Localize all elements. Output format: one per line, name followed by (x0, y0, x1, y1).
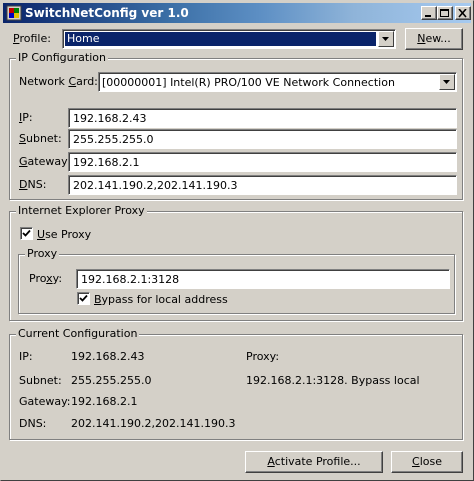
maximize-button[interactable] (437, 6, 453, 20)
checkmark-icon (79, 294, 88, 302)
current-proxy-label: Proxy: (246, 350, 280, 363)
bypass-local-checkbox[interactable] (77, 292, 90, 305)
title-bar[interactable]: SwitchNetConfig ver 1.0 (3, 3, 471, 23)
minimize-icon (425, 15, 431, 17)
app-icon (6, 5, 22, 21)
profile-dropdown-button[interactable] (378, 31, 394, 47)
ip-configuration-title: IP Configuration (16, 51, 108, 64)
use-proxy-label[interactable]: Use Proxy (37, 228, 91, 241)
network-card-label: Network Card: (19, 75, 98, 88)
gateway-label: Gateway: (19, 155, 71, 168)
bypass-local-label[interactable]: Bypass for local address (94, 293, 228, 306)
subnet-input-value: 255.255.255.0 (73, 133, 154, 146)
app-window: SwitchNetConfig ver 1.0 Profile: Home Ne… (0, 0, 474, 481)
window-title: SwitchNetConfig ver 1.0 (25, 6, 189, 20)
ip-input-value: 192.168.2.43 (73, 112, 147, 125)
maximize-icon (440, 9, 449, 17)
ip-label: IP: (19, 111, 33, 124)
close-icon (458, 9, 467, 18)
proxy-subgroup-title: Proxy (25, 247, 60, 260)
close-window-button[interactable] (455, 6, 471, 20)
dns-input[interactable]: 202.141.190.2,202.141.190.3 (68, 175, 457, 195)
network-card-select[interactable]: [00000001] Intel(R) PRO/100 VE Network C… (98, 72, 457, 92)
current-proxy-value: 192.168.2.1:3128. Bypass local (246, 374, 420, 387)
current-subnet-value: 255.255.255.0 (71, 374, 152, 387)
gateway-input-value: 192.168.2.1 (73, 156, 140, 169)
current-gateway-value: 192.168.2.1 (71, 395, 138, 408)
gateway-input[interactable]: 192.168.2.1 (68, 152, 457, 172)
current-dns-label: DNS: (19, 417, 47, 430)
current-ip-label: IP: (19, 350, 33, 363)
ip-input[interactable]: 192.168.2.43 (68, 108, 457, 128)
network-card-value: [00000001] Intel(R) PRO/100 VE Network C… (102, 76, 395, 89)
subnet-input[interactable]: 255.255.255.0 (68, 129, 457, 149)
checkmark-icon (22, 229, 31, 237)
proxy-input[interactable]: 192.168.2.1:3128 (76, 269, 450, 289)
current-dns-value: 202.141.190.2,202.141.190.3 (71, 417, 236, 430)
profile-label: Profile: (13, 32, 51, 45)
profile-selected-value: Home (65, 32, 376, 46)
new-profile-button[interactable]: New... (405, 28, 463, 50)
dns-label: DNS: (19, 178, 47, 191)
network-card-dropdown-button[interactable] (439, 74, 455, 90)
activate-profile-button[interactable]: Activate Profile... (245, 451, 383, 473)
ie-proxy-title: Internet Explorer Proxy (16, 204, 147, 217)
profile-select[interactable]: Home (62, 29, 396, 49)
minimize-button[interactable] (421, 6, 437, 20)
proxy-input-value: 192.168.2.1:3128 (81, 273, 180, 286)
chevron-down-icon (443, 80, 450, 84)
chevron-down-icon (382, 37, 389, 41)
close-button[interactable]: Close (391, 451, 463, 473)
current-gateway-label: Gateway: (19, 395, 71, 408)
subnet-label: Subnet: (19, 132, 62, 145)
use-proxy-checkbox[interactable] (20, 227, 33, 240)
proxy-label: Proxy: (29, 272, 63, 285)
current-subnet-label: Subnet: (19, 374, 62, 387)
dns-input-value: 202.141.190.2,202.141.190.3 (73, 179, 238, 192)
current-configuration-title: Current Configuration (16, 327, 140, 340)
current-ip-value: 192.168.2.43 (71, 350, 145, 363)
